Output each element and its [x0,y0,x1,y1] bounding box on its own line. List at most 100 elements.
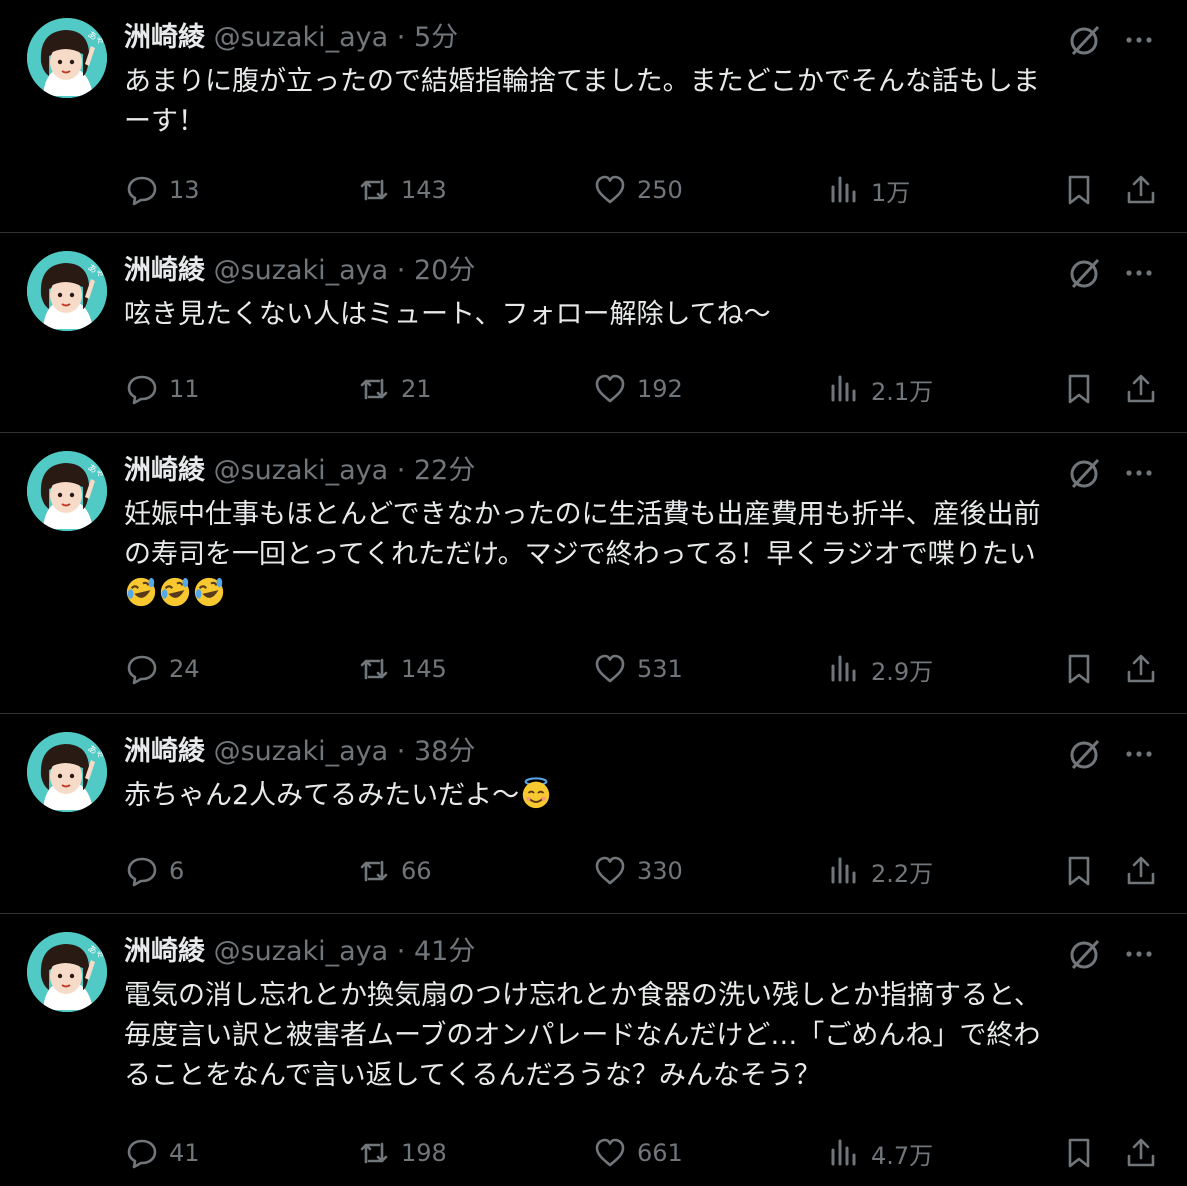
bookmark-button[interactable] [1062,369,1096,409]
like-count: 531 [637,655,683,683]
bookmark-icon [1068,856,1090,886]
like-button[interactable]: 330 [593,851,683,891]
timestamp[interactable]: 20分 [414,255,475,286]
retweet-button[interactable]: 66 [357,851,432,891]
bookmark-button[interactable] [1062,649,1096,689]
share-button[interactable] [1124,851,1158,891]
share-button[interactable] [1124,170,1158,210]
grok-icon[interactable] [1067,255,1103,291]
analytics-icon [831,857,856,884]
view-count: 4.7万 [871,1141,934,1170]
retweet-button[interactable]: 145 [357,649,447,689]
tweet-actions: 6 66 330 2.2万 [0,851,1187,891]
analytics-icon [831,176,856,203]
tweet-feed: あゃ 洲崎綾 @suzaki_aya · 5分 あまりに腹が立ったので結婚指輪捨… [0,0,1187,1185]
share-button[interactable] [1124,1133,1158,1173]
retweet-button[interactable]: 143 [357,170,447,210]
more-options-icon[interactable] [1121,22,1157,58]
retweet-icon [360,658,388,680]
share-button[interactable] [1124,649,1158,689]
retweet-button[interactable]: 21 [357,369,432,409]
views-button[interactable]: 4.7万 [827,1133,933,1173]
retweet-count: 21 [401,375,432,403]
share-icon [1127,175,1155,204]
like-button[interactable]: 531 [593,649,683,689]
author-name[interactable]: 洲崎綾 [124,455,205,486]
reply-button[interactable]: 13 [125,170,200,210]
more-options-icon[interactable] [1121,255,1157,291]
author-handle[interactable]: @suzaki_aya [214,22,389,53]
retweet-button[interactable]: 198 [357,1133,447,1173]
separator-dot: · [396,455,406,486]
tweet[interactable]: あゃ 洲崎綾 @suzaki_aya · 5分 あまりに腹が立ったので結婚指輪捨… [0,0,1187,233]
share-icon [1127,654,1155,683]
heart-icon [595,374,625,403]
bookmark-button[interactable] [1062,1133,1096,1173]
grok-icon[interactable] [1067,936,1103,972]
views-button[interactable]: 2.9万 [827,649,933,689]
like-button[interactable]: 250 [593,170,683,210]
avatar[interactable]: あゃ [27,251,107,331]
tweet-text: 赤ちゃん2人みてるみたいだよ〜 [124,776,1147,816]
reply-button[interactable]: 11 [125,369,200,409]
views-button[interactable]: 2.1万 [827,369,933,409]
analytics-icon [831,1139,856,1166]
author-handle[interactable]: @suzaki_aya [214,736,389,767]
tweet-header: 洲崎綾 @suzaki_aya · 41分 [124,934,475,970]
heart-icon [595,175,625,204]
author-handle[interactable]: @suzaki_aya [214,255,389,286]
reply-count: 13 [169,176,200,204]
like-button[interactable]: 192 [593,369,683,409]
author-name[interactable]: 洲崎綾 [124,255,205,286]
rolling-on-floor-laughing-emoji [126,577,156,607]
share-button[interactable] [1124,369,1158,409]
avatar[interactable]: あゃ [27,732,107,812]
retweet-count: 143 [401,176,447,204]
more-options-icon[interactable] [1121,936,1157,972]
tweet[interactable]: あゃ 洲崎綾 @suzaki_aya · 38分 赤ちゃん2人みてるみたいだよ〜… [0,714,1187,914]
reply-button[interactable]: 41 [125,1133,200,1173]
timestamp[interactable]: 41分 [414,936,475,967]
bookmark-icon [1068,374,1090,404]
reply-count: 41 [169,1139,200,1167]
retweet-icon [360,860,388,882]
avatar[interactable]: あゃ [27,451,107,531]
author-handle[interactable]: @suzaki_aya [214,936,389,967]
bookmark-button[interactable] [1062,170,1096,210]
avatar[interactable]: あゃ [27,18,107,98]
author-name[interactable]: 洲崎綾 [124,936,205,967]
heart-icon [595,654,625,683]
more-options-icon[interactable] [1121,736,1157,772]
reply-button[interactable]: 24 [125,649,200,689]
reply-count: 24 [169,655,200,683]
tweet[interactable]: あゃ 洲崎綾 @suzaki_aya · 22分 妊娠中仕事もほとんどできなかっ… [0,433,1187,714]
grok-icon[interactable] [1067,736,1103,772]
tweet[interactable]: あゃ 洲崎綾 @suzaki_aya · 41分 電気の消し忘れとか換気扇のつけ… [0,914,1187,1185]
reply-icon [127,655,157,685]
like-button[interactable]: 661 [593,1133,683,1173]
share-icon [1127,1138,1155,1167]
grok-icon[interactable] [1067,22,1103,58]
timestamp[interactable]: 22分 [414,455,475,486]
more-options-icon[interactable] [1121,455,1157,491]
tweet[interactable]: あゃ 洲崎綾 @suzaki_aya · 20分 呟き見たくない人はミュート、フ… [0,233,1187,433]
reply-button[interactable]: 6 [125,851,184,891]
views-button[interactable]: 2.2万 [827,851,933,891]
like-count: 250 [637,176,683,204]
grok-icon[interactable] [1067,455,1103,491]
tweet-text-content: 妊娠中仕事もほとんどできなかったのに生活費も出産費用も折半、産後出前 の寿司を一… [124,499,1041,570]
reply-icon [127,375,157,405]
timestamp[interactable]: 5分 [414,22,458,53]
reply-icon [127,857,157,887]
views-button[interactable]: 1万 [827,170,910,210]
author-handle[interactable]: @suzaki_aya [214,455,389,486]
author-name[interactable]: 洲崎綾 [124,22,205,53]
tweet-text: あまりに腹が立ったので結婚指輪捨てました。またどこかでそんな話もしま ーす！ [124,66,1040,137]
bookmark-button[interactable] [1062,851,1096,891]
heart-icon [595,1138,625,1167]
author-name[interactable]: 洲崎綾 [124,736,205,767]
reply-count: 6 [169,857,185,885]
separator-dot: · [396,255,406,286]
avatar[interactable]: あゃ [27,932,107,1012]
timestamp[interactable]: 38分 [414,736,475,767]
